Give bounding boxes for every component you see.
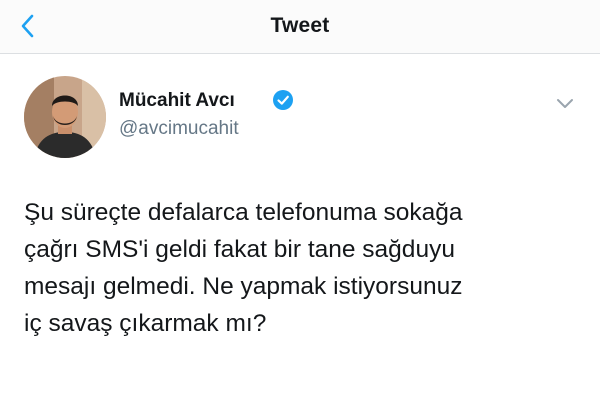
tweet-menu-button[interactable] — [554, 96, 576, 112]
author-handle[interactable]: @avcimucahit — [119, 118, 239, 140]
chevron-down-icon — [557, 99, 573, 108]
avatar[interactable] — [24, 76, 106, 158]
tweet-text-line: Şu süreçte defalarca telefonuma sokağa — [24, 199, 463, 226]
tweet-text-line: iç savaş çıkarmak mı? — [24, 310, 267, 337]
author-name[interactable]: Mücahit Avcı — [119, 90, 235, 112]
verified-badge-icon — [272, 89, 294, 111]
tweet-text-line: çağrı SMS'i geldi fakat bir tane sağduyu — [24, 236, 455, 263]
page-title: Tweet — [270, 14, 330, 37]
profile-photo — [24, 76, 106, 158]
top-navigation-bar: Tweet — [0, 0, 600, 54]
tweet-text-line: mesajı gelmedi. Ne yapmak istiyorsunuz — [24, 273, 463, 300]
tweet-card: Mücahit Avcı @avcimucahit Şu süreçte def… — [0, 54, 600, 403]
tweet-text: Şu süreçte defalarca telefonuma sokağa ç… — [24, 194, 584, 342]
